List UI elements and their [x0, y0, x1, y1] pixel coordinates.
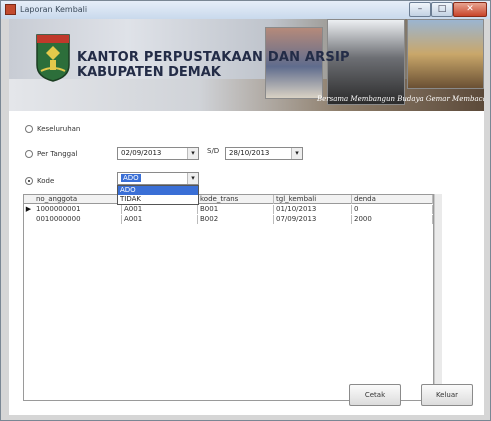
- chevron-down-icon[interactable]: ▾: [187, 148, 198, 159]
- date-to-picker[interactable]: 28/10/2013 ▾: [225, 147, 303, 160]
- table-row[interactable]: 0010000000 A001 B002 07/09/2013 2000: [24, 215, 433, 224]
- maximize-button[interactable]: □: [431, 2, 453, 17]
- results-grid[interactable]: no_anggota kode_buku kode_trans tgl_kemb…: [23, 194, 434, 401]
- table-cell[interactable]: 0: [352, 205, 433, 214]
- app-icon: [5, 4, 16, 15]
- print-button[interactable]: Cetak: [349, 384, 401, 406]
- chevron-down-icon[interactable]: ▾: [187, 173, 198, 184]
- grid-header-row: no_anggota kode_buku kode_trans tgl_kemb…: [24, 195, 433, 204]
- radio-kode[interactable]: [25, 177, 33, 185]
- date-to-value: 28/10/2013: [229, 149, 270, 157]
- table-cell[interactable]: 01/10/2013: [274, 205, 352, 214]
- date-from-picker[interactable]: 02/09/2013 ▾: [117, 147, 199, 160]
- minimize-button[interactable]: –: [409, 2, 431, 17]
- table-cell[interactable]: A001: [122, 205, 198, 214]
- window-title: Laporan Kembali: [20, 5, 88, 14]
- kode-select[interactable]: ADO ▾: [117, 172, 199, 185]
- banner-photo-building: [407, 19, 484, 89]
- current-row-indicator-icon: ▶: [25, 205, 32, 213]
- column-header[interactable]: tgl_kembali: [274, 195, 352, 204]
- table-row[interactable]: ▶ 1000000001 A001 B001 01/10/2013 0: [24, 205, 433, 214]
- table-cell[interactable]: 0010000000: [34, 215, 122, 224]
- column-header[interactable]: no_anggota: [34, 195, 122, 204]
- column-header[interactable]: denda: [352, 195, 433, 204]
- table-cell[interactable]: 07/09/2013: [274, 215, 352, 224]
- kode-selected-value: ADO: [121, 174, 141, 182]
- table-cell[interactable]: A001: [122, 215, 198, 224]
- app-window: Laporan Kembali – □ ✕ KANTOR PERPUSTAKAA…: [0, 0, 491, 421]
- header-banner: KANTOR PERPUSTAKAAN DAN ARSIP KABUPATEN …: [9, 19, 484, 111]
- banner-title-line2: KABUPATEN DEMAK: [77, 65, 221, 80]
- date-from-value: 02/09/2013: [121, 149, 162, 157]
- chevron-down-icon[interactable]: ▾: [291, 148, 302, 159]
- table-cell[interactable]: B001: [198, 205, 274, 214]
- table-cell[interactable]: B002: [198, 215, 274, 224]
- label-kode: Kode: [37, 177, 55, 185]
- table-cell[interactable]: 2000: [352, 215, 433, 224]
- kode-option[interactable]: ADO: [118, 186, 198, 195]
- label-keseluruhan: Keseluruhan: [37, 125, 81, 133]
- demak-emblem-icon: [36, 34, 70, 82]
- radio-keseluruhan[interactable]: [25, 125, 33, 133]
- label-per-tanggal: Per Tanggal: [37, 150, 78, 158]
- kode-dropdown-list: ADO TIDAK: [117, 185, 199, 205]
- banner-title-line1: KANTOR PERPUSTAKAAN DAN ARSIP: [77, 50, 350, 65]
- main-panel: KANTOR PERPUSTAKAAN DAN ARSIP KABUPATEN …: [9, 19, 484, 415]
- grid-scrollbar[interactable]: [434, 194, 442, 401]
- kode-option[interactable]: TIDAK: [118, 195, 198, 204]
- exit-button[interactable]: Keluar: [421, 384, 473, 406]
- radio-per-tanggal[interactable]: [25, 150, 33, 158]
- column-header[interactable]: kode_trans: [198, 195, 274, 204]
- banner-tagline: Bersama Membangun Budaya Gemar Membaca: [317, 95, 484, 103]
- label-sd: S/D: [207, 147, 220, 155]
- table-cell[interactable]: 1000000001: [34, 205, 122, 214]
- title-bar: Laporan Kembali – □ ✕: [1, 1, 490, 19]
- close-button[interactable]: ✕: [453, 2, 487, 17]
